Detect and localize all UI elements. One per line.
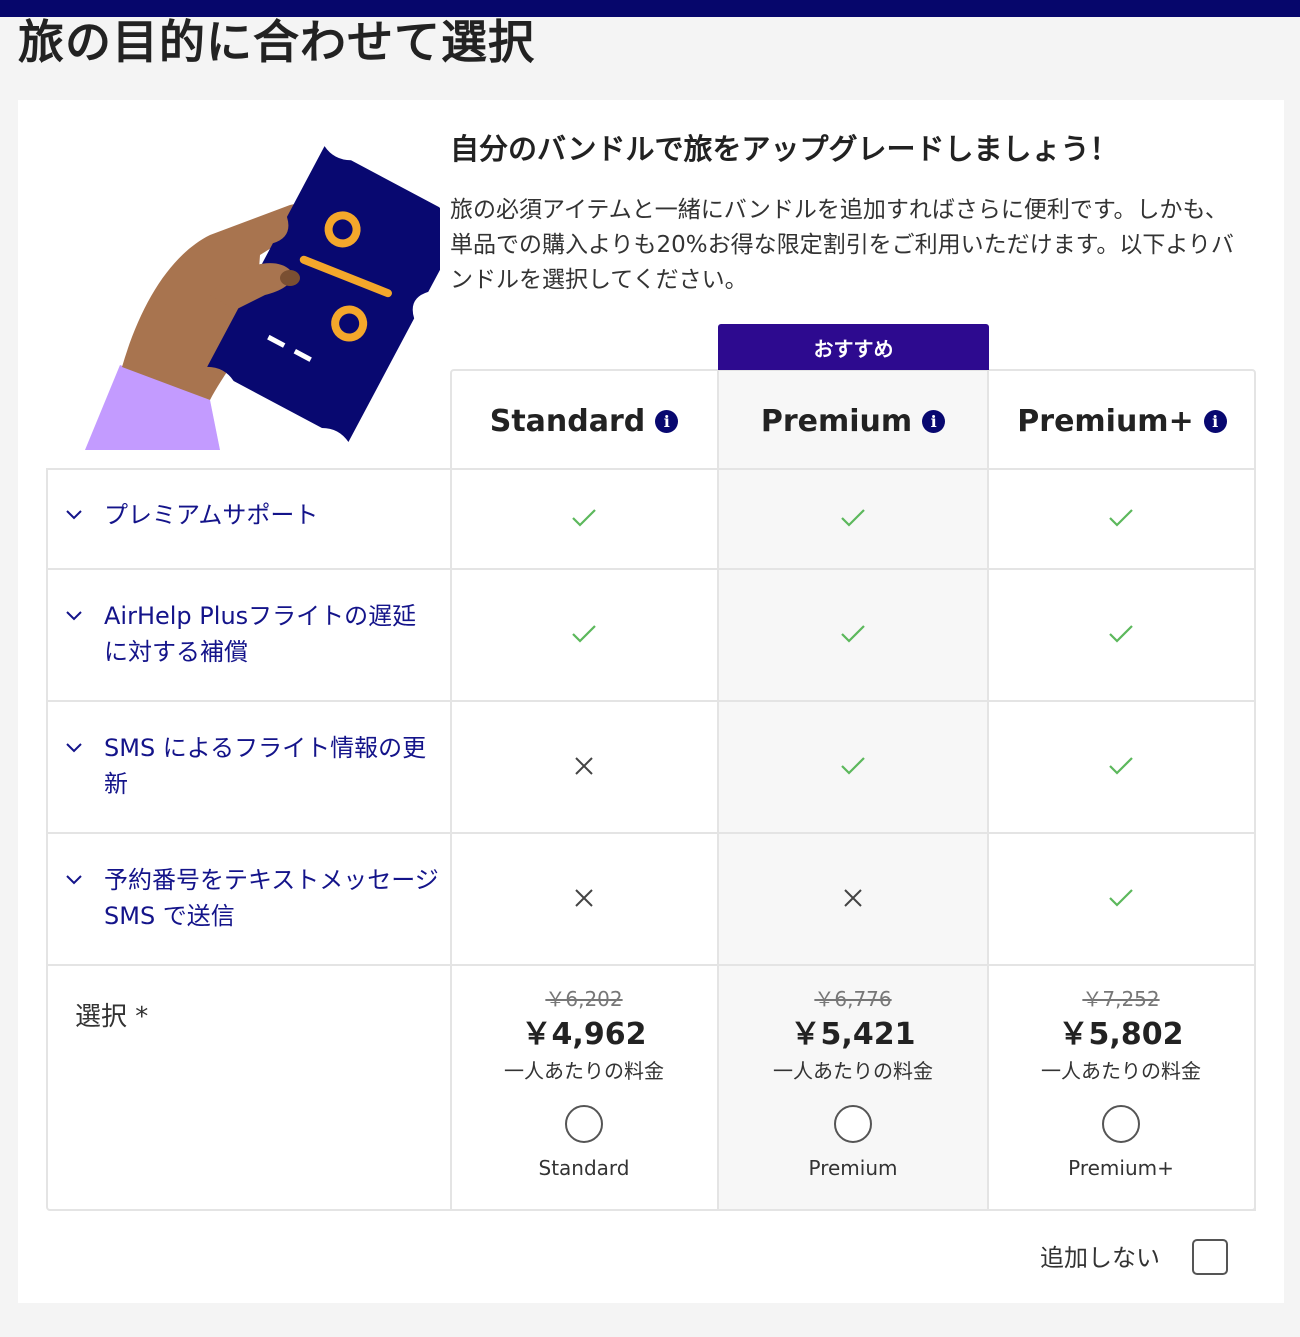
cross-icon xyxy=(833,878,873,918)
price-cell-premium-plus: ￥7,252 ￥5,802 一人あたりの料金 Premium+ xyxy=(987,985,1255,1181)
check-icon xyxy=(1101,746,1141,786)
discounted-price: ￥5,421 xyxy=(790,1017,916,1052)
no-add-checkbox[interactable] xyxy=(1192,1239,1228,1275)
feature-label: AirHelp Plusフライトの遅延に対する補償 xyxy=(104,602,417,666)
feature-label: 予約番号をテキストメッセージ SMS で送信 xyxy=(104,866,439,930)
check-icon xyxy=(1101,498,1141,538)
check-icon xyxy=(833,498,873,538)
no-add-label: 追加しない xyxy=(1040,1244,1160,1272)
chevron-down-icon[interactable] xyxy=(62,862,86,898)
plan-header-premium-plus: Premium+ i xyxy=(989,396,1255,446)
select-label: 選択 * xyxy=(75,1002,149,1032)
chevron-down-icon[interactable] xyxy=(62,497,86,533)
feature-row-premium-support[interactable]: プレミアムサポート xyxy=(62,497,439,533)
plan-header-premium: Premium i xyxy=(719,396,987,446)
radio-label: Standard xyxy=(538,1156,630,1180)
per-person-label: 一人あたりの料金 xyxy=(773,1059,933,1083)
row-divider xyxy=(46,568,1256,570)
cross-icon xyxy=(564,878,604,918)
check-icon xyxy=(564,614,604,654)
row-divider xyxy=(46,700,1256,702)
promo-description: 旅の必須アイテムと一緒にバンドルを追加すればさらに便利です。しかも、単品での購入… xyxy=(450,197,1234,293)
page-title: 旅の目的に合わせて選択 xyxy=(18,15,535,69)
check-icon xyxy=(1101,878,1141,918)
radio-premium[interactable] xyxy=(834,1105,872,1143)
cross-icon xyxy=(564,746,604,786)
chevron-down-icon[interactable] xyxy=(62,730,86,766)
plan-header-standard: Standard i xyxy=(451,396,717,446)
plan-name: Premium+ xyxy=(1017,403,1194,439)
original-price: ￥6,776 xyxy=(814,987,892,1011)
plan-name: Standard xyxy=(489,403,646,439)
discounted-price: ￥5,802 xyxy=(1058,1017,1184,1052)
feature-row-booking-number-sms[interactable]: 予約番号をテキストメッセージ SMS で送信 xyxy=(62,862,439,934)
check-icon xyxy=(833,746,873,786)
recommended-badge: おすすめ xyxy=(718,324,989,370)
discount-ticket-illustration xyxy=(85,146,440,450)
info-icon[interactable]: i xyxy=(1203,409,1227,433)
feature-label: プレミアムサポート xyxy=(104,501,319,529)
feature-row-sms-flight-updates[interactable]: SMS によるフライト情報の更新 xyxy=(62,730,439,802)
per-person-label: 一人あたりの料金 xyxy=(1041,1059,1201,1083)
radio-label: Premium xyxy=(808,1156,898,1180)
per-person-label: 一人あたりの料金 xyxy=(504,1059,664,1083)
discounted-price: ￥4,962 xyxy=(521,1017,647,1052)
radio-label: Premium+ xyxy=(1068,1156,1174,1180)
price-cell-standard: ￥6,202 ￥4,962 一人あたりの料金 Standard xyxy=(450,985,718,1181)
check-icon xyxy=(1101,614,1141,654)
original-price: ￥6,202 xyxy=(545,987,623,1011)
radio-premium-plus[interactable] xyxy=(1102,1105,1140,1143)
promo-title: 自分のバンドルで旅をアップグレードしましょう！ xyxy=(450,132,1119,166)
price-cell-premium: ￥6,776 ￥5,421 一人あたりの料金 Premium xyxy=(719,985,987,1181)
row-divider xyxy=(46,832,1256,834)
radio-standard[interactable] xyxy=(565,1105,603,1143)
row-divider xyxy=(46,964,1256,966)
check-icon xyxy=(833,614,873,654)
chevron-down-icon[interactable] xyxy=(62,598,86,634)
info-icon[interactable]: i xyxy=(655,409,679,433)
plan-name: Premium xyxy=(760,403,913,439)
feature-label: SMS によるフライト情報の更新 xyxy=(104,734,427,798)
check-icon xyxy=(564,498,604,538)
feature-row-delay-compensation[interactable]: AirHelp Plusフライトの遅延に対する補償 xyxy=(62,598,439,670)
original-price: ￥7,252 xyxy=(1082,987,1160,1011)
info-icon[interactable]: i xyxy=(922,409,946,433)
